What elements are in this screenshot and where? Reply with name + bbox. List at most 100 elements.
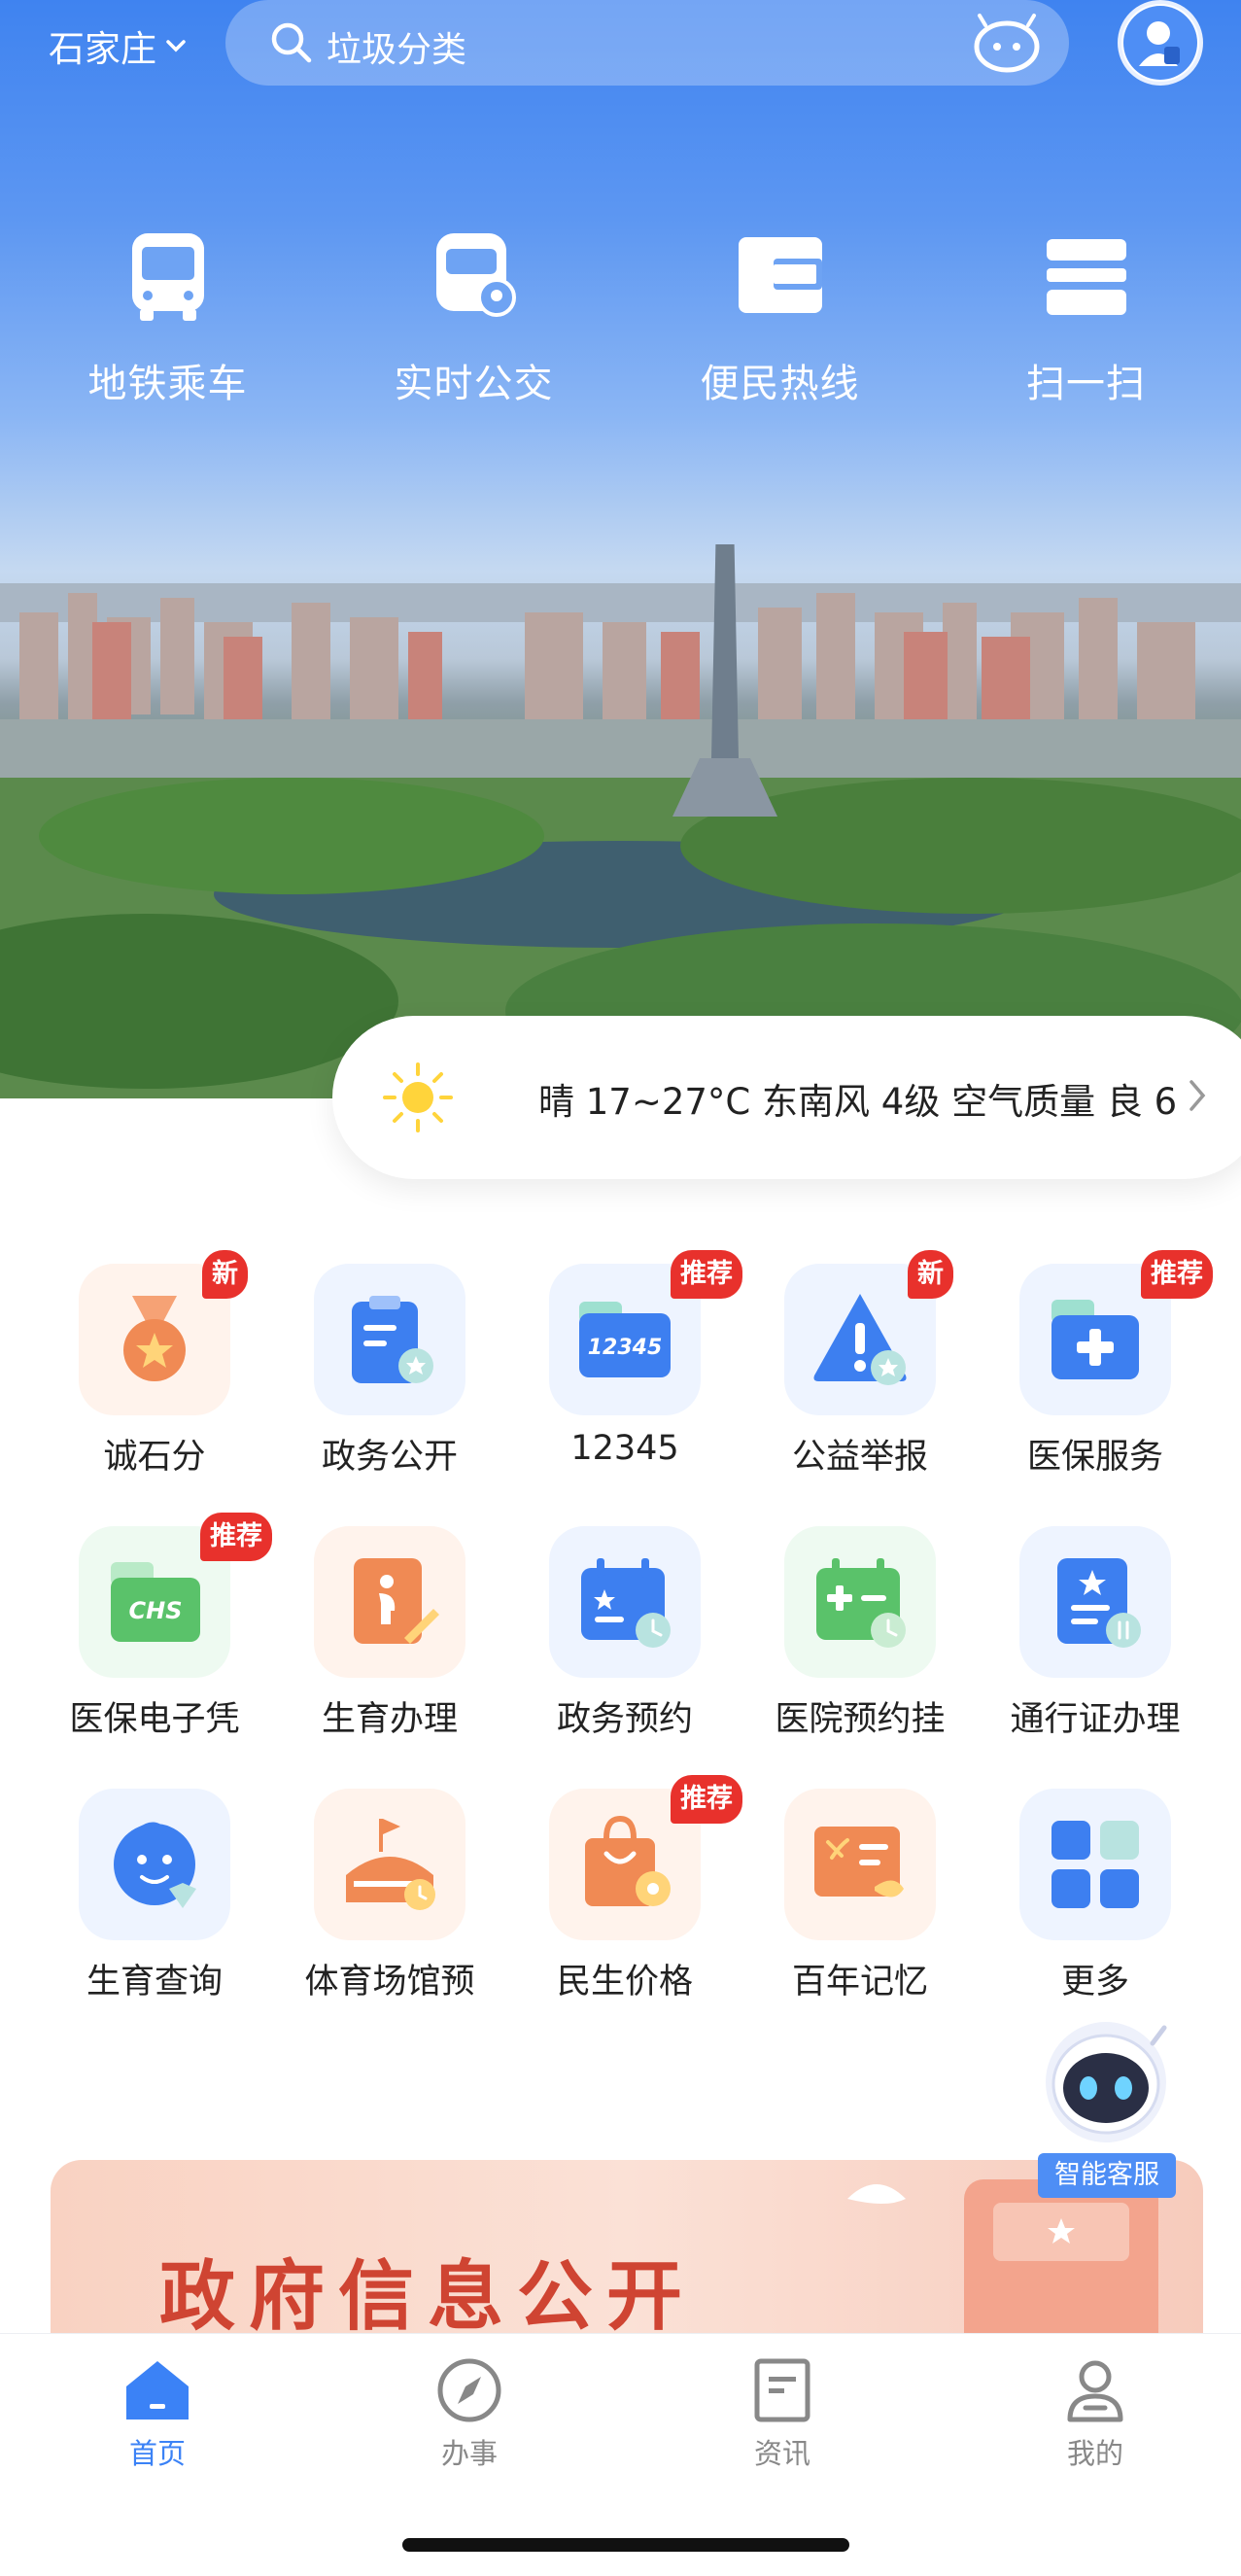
assistant-robot-icon[interactable] xyxy=(972,12,1042,74)
recommend-badge: 推荐 xyxy=(671,1775,742,1824)
hospital-calendar-icon xyxy=(816,1558,906,1648)
service-label: 体育场馆预 xyxy=(304,1963,475,2002)
service-label: 诚石分 xyxy=(103,1438,206,1477)
svg-text:CHS: CHS xyxy=(129,1597,183,1624)
service-icon-box xyxy=(784,1789,936,1940)
service-item-yiyuan-yuyue[interactable]: 医院预约挂 xyxy=(742,1526,978,1789)
hero-banner: 石家庄 垃圾分类 地铁乘车 实时公交 便民热线 扫一扫 xyxy=(0,0,1241,1098)
quick-bus[interactable]: 实时公交 xyxy=(321,224,627,408)
service-item-zhengwu-gongkai[interactable]: 政务公开 xyxy=(272,1264,507,1526)
service-item-tiyu-changguan[interactable]: 体育场馆预 xyxy=(272,1789,507,2051)
recommend-badge: 推荐 xyxy=(200,1513,272,1561)
service-item-12345[interactable]: 12345 推荐 12345 xyxy=(507,1250,742,1526)
news-icon xyxy=(754,2358,810,2422)
service-item-minsheng-jiage[interactable]: 推荐 民生价格 xyxy=(507,1775,742,2051)
quick-actions: 地铁乘车 实时公交 便民热线 扫一扫 xyxy=(0,224,1241,408)
tab-services[interactable]: 办事 xyxy=(392,2355,547,2472)
tab-label: 办事 xyxy=(440,2437,498,2470)
service-grid: 新 诚石分 政务公开 12345 推荐 12345 新 公益举报 推荐 医保服务… xyxy=(0,1250,1241,2051)
service-label: 公益举报 xyxy=(791,1438,928,1477)
service-item-zhengwu-yuyue[interactable]: 政务预约 xyxy=(507,1526,742,1789)
pregnancy-doc-icon xyxy=(354,1558,439,1644)
user-avatar-icon xyxy=(1123,6,1197,80)
recommend-badge: 推荐 xyxy=(1141,1250,1213,1299)
banner-title: 政府信息公开 xyxy=(159,2252,697,2341)
service-item-yibao-dianzi[interactable]: CHS 推荐 医保电子凭 xyxy=(37,1513,272,1789)
tab-label: 资讯 xyxy=(753,2437,810,2470)
new-badge: 新 xyxy=(202,1250,248,1299)
service-label: 医保电子凭 xyxy=(69,1700,240,1739)
tab-mine[interactable]: 我的 xyxy=(1017,2355,1173,2472)
weather-text: 晴 17~27°C 东南风 4级 空气质量 良 6 xyxy=(538,1081,1178,1123)
service-item-bainian-jiyi[interactable]: 百年记忆 xyxy=(742,1789,978,2051)
search-placeholder: 垃圾分类 xyxy=(327,30,467,70)
search-icon xyxy=(271,22,312,63)
sun-icon xyxy=(383,1062,453,1132)
service-row: 生育查询 体育场馆预 推荐 民生价格 百年记忆 更多 xyxy=(0,1775,1241,2051)
service-item-yibao-fuwu[interactable]: 推荐 医保服务 xyxy=(978,1250,1213,1526)
service-label: 民生价格 xyxy=(556,1963,693,2002)
bus-location-icon xyxy=(435,233,516,317)
quick-scan[interactable]: 扫一扫 xyxy=(933,224,1239,408)
service-label: 政务预约 xyxy=(556,1700,693,1739)
smart-service-label[interactable]: 智能客服 xyxy=(1038,2153,1176,2198)
service-item-tongxingzheng[interactable]: 通行证办理 xyxy=(978,1526,1213,1789)
quick-label: 便民热线 xyxy=(700,362,860,406)
city-name: 石家庄 xyxy=(49,28,156,70)
tab-label: 我的 xyxy=(1066,2437,1123,2470)
quick-hotline[interactable]: 便民热线 xyxy=(627,224,933,408)
quick-subway[interactable]: 地铁乘车 xyxy=(15,224,321,408)
medal-icon xyxy=(123,1296,186,1381)
hotline-card-icon: 12345 xyxy=(579,1302,671,1377)
service-icon-box xyxy=(1019,1526,1171,1678)
service-label: 百年记忆 xyxy=(791,1963,928,2002)
warning-icon xyxy=(813,1294,907,1385)
service-label: 更多 xyxy=(1060,1963,1129,2002)
medical-folder-icon xyxy=(1051,1300,1139,1379)
home-indicator[interactable] xyxy=(402,2538,849,2552)
service-item-shengyu-chaxun[interactable]: 生育查询 xyxy=(37,1789,272,2051)
service-label: 12345 xyxy=(570,1429,679,1468)
compass-icon xyxy=(437,2358,501,2422)
tab-news[interactable]: 资讯 xyxy=(705,2355,860,2472)
new-badge: 新 xyxy=(908,1250,953,1299)
chevron-right-icon xyxy=(1189,1080,1206,1111)
service-icon-box xyxy=(314,1789,465,1940)
quick-label: 地铁乘车 xyxy=(87,362,248,406)
service-label: 政务公开 xyxy=(321,1438,458,1477)
quick-label: 扫一扫 xyxy=(1026,362,1146,406)
pass-doc-icon xyxy=(1057,1558,1141,1648)
quick-label: 实时公交 xyxy=(394,362,554,406)
tab-home[interactable]: 首页 xyxy=(80,2355,235,2472)
search-bar[interactable]: 垃圾分类 xyxy=(225,0,1069,86)
service-item-gongyi-jubao[interactable]: 新 公益举报 xyxy=(742,1250,978,1526)
service-icon-box xyxy=(314,1264,465,1415)
svg-text:12345: 12345 xyxy=(588,1336,663,1360)
stadium-icon xyxy=(346,1819,435,1910)
service-item-more[interactable]: 更多 xyxy=(978,1789,1213,2051)
service-row: 新 诚石分 政务公开 12345 推荐 12345 新 公益举报 推荐 医保服务 xyxy=(0,1250,1241,1526)
party-book-icon xyxy=(814,1827,904,1897)
shopping-bag-icon xyxy=(585,1815,671,1906)
grid-more-icon xyxy=(1051,1821,1139,1908)
service-icon-box xyxy=(784,1526,936,1678)
service-icon-box xyxy=(549,1526,701,1678)
service-label: 生育办理 xyxy=(321,1700,458,1739)
calendar-icon xyxy=(581,1558,671,1648)
city-selector[interactable]: 石家庄 xyxy=(49,19,188,72)
service-item-chengshifen[interactable]: 新 诚石分 xyxy=(37,1250,272,1526)
recommend-badge: 推荐 xyxy=(671,1250,742,1299)
service-icon-box xyxy=(314,1526,465,1678)
service-item-shengyu-banli[interactable]: 生育办理 xyxy=(272,1526,507,1789)
home-icon xyxy=(126,2361,189,2419)
tab-label: 首页 xyxy=(128,2437,186,2470)
service-label: 生育查询 xyxy=(86,1963,223,2002)
top-bar: 石家庄 垃圾分类 xyxy=(0,0,1241,87)
service-icon-box xyxy=(1019,1789,1171,1940)
bus-icon xyxy=(131,233,204,321)
scan-icon xyxy=(1046,239,1126,315)
service-label: 医保服务 xyxy=(1026,1438,1163,1477)
user-avatar[interactable] xyxy=(1118,0,1203,86)
chs-card-icon: CHS xyxy=(111,1562,200,1642)
weather-card[interactable]: 晴 17~27°C 东南风 4级 空气质量 良 6 xyxy=(332,1016,1241,1179)
